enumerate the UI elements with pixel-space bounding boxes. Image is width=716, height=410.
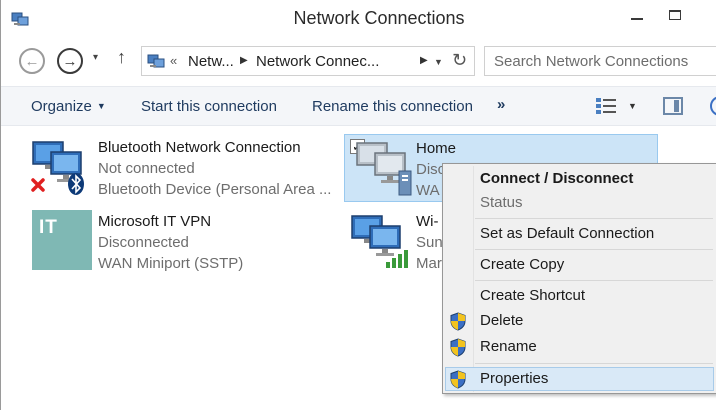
menu-item-status[interactable]: Status (445, 191, 714, 215)
address-dropdown-icon[interactable]: ▼ (434, 57, 443, 67)
window-title: Network Connections (293, 8, 465, 28)
command-bar: Organize ▼ Start this connection Rename t… (1, 86, 716, 126)
menu-item-create-copy[interactable]: Create Copy (445, 253, 714, 277)
refresh-button[interactable]: ↻ (452, 50, 467, 71)
menu-separator (475, 363, 713, 364)
forward-button[interactable]: → (57, 48, 83, 74)
organize-label: Organize (31, 98, 92, 115)
wireless-computers-icon (351, 215, 408, 268)
uac-shield-icon (450, 312, 466, 331)
connection-status: Not connected (98, 160, 195, 177)
search-input[interactable]: Search Network Connections (484, 46, 716, 76)
menu-item-label: Status (480, 194, 523, 211)
connection-device: Mar (416, 255, 442, 272)
network-computers-icon (31, 141, 84, 195)
search-placeholder: Search Network Connections (494, 53, 689, 70)
menu-separator (475, 249, 713, 250)
address-overflow-icon[interactable]: « (170, 53, 177, 68)
view-options-chevron-icon[interactable]: ▼ (628, 101, 637, 111)
vpn-tile-text: IT (39, 217, 58, 238)
rename-connection-button[interactable]: Rename this connection (312, 98, 473, 115)
menu-item-properties[interactable]: Properties (445, 367, 714, 391)
network-connections-window: Network Connections ← → ▾ ↑ « Netw... ▶ … (0, 0, 716, 410)
start-connection-button[interactable]: Start this connection (141, 98, 277, 115)
change-view-icon[interactable] (595, 97, 617, 115)
address-bar[interactable]: « Netw... ▶ Network Connec... ▶ ▼ ↻ (141, 46, 475, 76)
menu-item-connect-disconnect[interactable]: Connect / Disconnect (445, 167, 714, 191)
wired-computers-icon (356, 142, 412, 196)
connection-status: Disconnected (98, 234, 189, 251)
up-button[interactable]: ↑ (117, 47, 126, 68)
menu-item-label: Delete (480, 312, 524, 329)
navigation-bar: ← → ▾ ↑ « Netw... ▶ Network Connec... ▶ … (1, 42, 716, 80)
connection-item-bluetooth[interactable]: Bluetooth Network Connection Not connect… (29, 136, 339, 202)
maximize-button[interactable] (669, 10, 681, 20)
menu-item-label: Rename (480, 338, 537, 355)
menu-item-create-shortcut[interactable]: Create Shortcut (445, 284, 714, 308)
vpn-tile-icon: IT (32, 210, 92, 270)
title-bar: Network Connections (1, 0, 716, 38)
connection-name: Home (416, 140, 457, 157)
organize-button[interactable]: Organize ▼ (31, 98, 106, 115)
connection-device: WA (416, 182, 440, 199)
menu-item-label: Connect / Disconnect (480, 170, 634, 187)
uac-shield-icon (450, 338, 466, 357)
menu-separator (475, 280, 713, 281)
connection-device: Bluetooth Device (Personal Area ... (98, 181, 332, 198)
network-folder-icon (147, 54, 165, 68)
context-menu: Connect / Disconnect Status Set as Defau… (442, 163, 716, 394)
menu-item-label: Set as Default Connection (480, 225, 655, 242)
breadcrumb-chevron-right-icon[interactable]: ▶ (420, 55, 428, 66)
connection-device: WAN Miniport (SSTP) (98, 255, 244, 272)
breadcrumb-chevron-right-icon[interactable]: ▶ (240, 55, 248, 66)
connection-name: Wi- (416, 213, 439, 230)
connection-name: Microsoft IT VPN (98, 213, 212, 230)
minimize-button[interactable] (631, 18, 643, 20)
help-icon[interactable] (710, 96, 716, 116)
breadcrumb-network[interactable]: Netw... (188, 53, 234, 70)
connection-status: Sun (416, 234, 443, 251)
preview-pane-icon[interactable] (663, 97, 683, 115)
menu-item-label: Create Copy (480, 256, 565, 273)
menu-item-label: Properties (480, 370, 549, 387)
connection-status: Disc (416, 161, 446, 178)
menu-item-delete[interactable]: Delete (445, 309, 714, 333)
breadcrumb-network-connections[interactable]: Network Connec... (256, 53, 379, 70)
menu-item-label: Create Shortcut (480, 287, 586, 304)
connection-name: Bluetooth Network Connection (98, 139, 301, 156)
connection-item-vpn[interactable]: IT Microsoft IT VPN Disconnected WAN Min… (29, 210, 339, 276)
uac-shield-icon (450, 370, 466, 389)
menu-item-rename[interactable]: Rename (445, 335, 714, 359)
menu-item-set-default[interactable]: Set as Default Connection (445, 222, 714, 246)
back-button[interactable]: ← (19, 48, 45, 74)
more-commands-button[interactable]: » (497, 96, 505, 113)
chevron-down-icon: ▼ (96, 101, 106, 111)
recent-locations-chevron-icon[interactable]: ▾ (93, 52, 98, 63)
menu-separator (475, 218, 713, 219)
